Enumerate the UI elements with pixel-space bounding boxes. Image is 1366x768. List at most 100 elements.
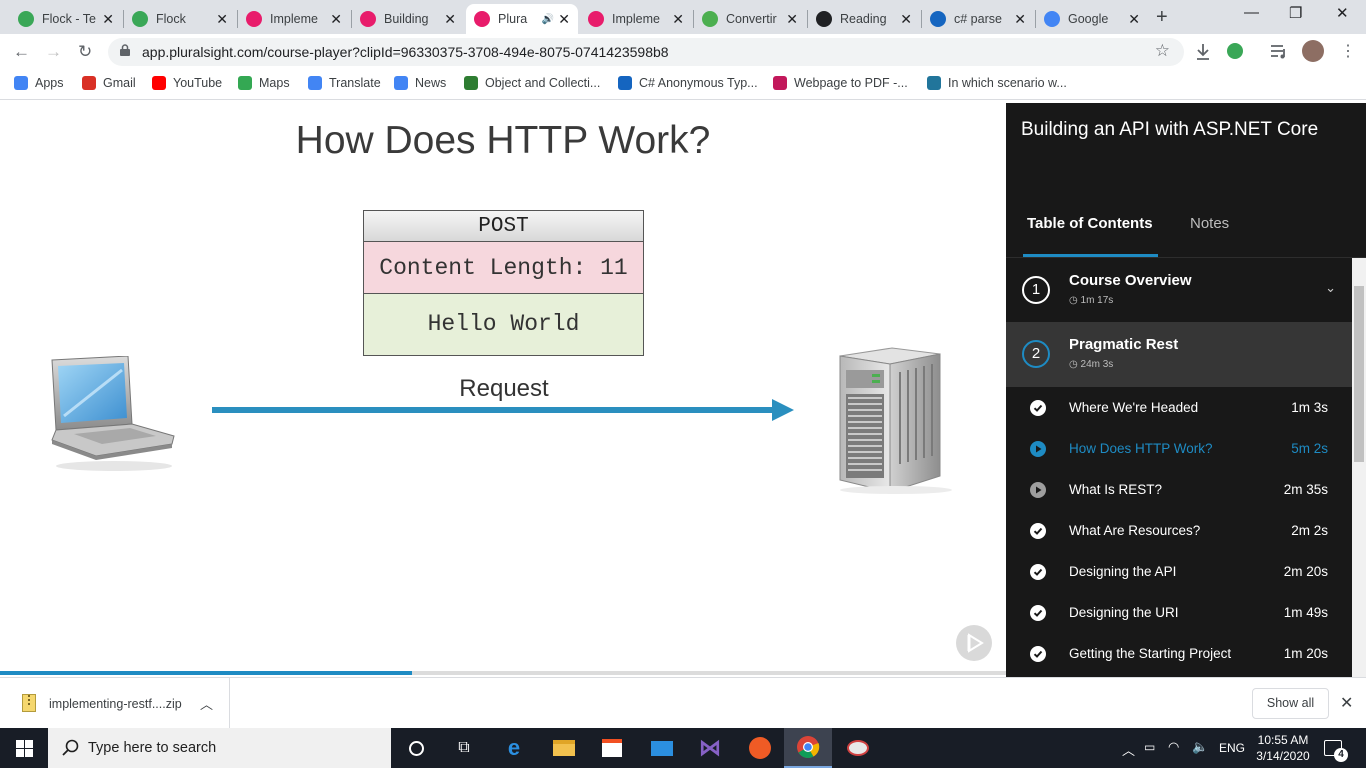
tab-close-icon[interactable]: ✕	[672, 11, 684, 28]
browser-tab[interactable]: Plura 🔊 ✕	[466, 4, 578, 34]
clip-duration: 1m 20s	[1283, 646, 1328, 661]
video-progress-bar[interactable]	[0, 671, 1006, 675]
bookmark-star-icon[interactable]: ☆	[1155, 41, 1170, 61]
tab-close-icon[interactable]: ✕	[1014, 11, 1026, 28]
tab-close-icon[interactable]: ✕	[1128, 11, 1140, 28]
download-item[interactable]: implementing-restf....zip ︿	[0, 678, 230, 729]
tab-table-of-contents[interactable]: Table of Contents	[1027, 215, 1153, 232]
wifi-icon[interactable]: ◠	[1168, 739, 1179, 755]
language-indicator[interactable]: ENG	[1219, 741, 1245, 755]
taskbar-search-box[interactable]: Type here to search	[48, 728, 391, 768]
laptop-icon	[51, 356, 175, 471]
browser-tab[interactable]: Flock ✕	[124, 4, 236, 34]
battery-icon[interactable]: ▭	[1144, 740, 1155, 754]
module-pragmatic-rest[interactable]: 2 Pragmatic Rest ◷ 24m 3s	[1006, 322, 1352, 387]
file-explorer-icon[interactable]	[540, 728, 588, 768]
bookmark-item[interactable]: Object and Collecti...	[464, 76, 600, 90]
play-overlay-button[interactable]	[956, 625, 992, 661]
slide-title: How Does HTTP Work?	[295, 119, 711, 162]
browser-tab[interactable]: Building ✕	[352, 4, 464, 34]
sidebar-scrollbar[interactable]	[1352, 258, 1366, 677]
close-window-button[interactable]: ✕	[1336, 4, 1349, 22]
browser-tab[interactable]: Convertir ✕	[694, 4, 806, 34]
bookmark-item[interactable]: C# Anonymous Typ...	[618, 76, 758, 90]
tab-notes[interactable]: Notes	[1190, 215, 1229, 232]
audio-playing-icon[interactable]: 🔊	[542, 14, 554, 25]
show-hidden-icons-icon[interactable]: ︿	[1122, 740, 1135, 759]
back-arrow-icon[interactable]: ←	[13, 42, 30, 62]
edge-icon[interactable]: e	[490, 728, 538, 768]
browser-tab[interactable]: Google ✕	[1036, 4, 1148, 34]
profile-avatar[interactable]	[1302, 40, 1324, 62]
browser-tab[interactable]: Impleme ✕	[580, 4, 692, 34]
bookmark-item[interactable]: YouTube	[152, 76, 222, 90]
tab-close-icon[interactable]: ✕	[330, 11, 342, 28]
media-control-icon[interactable]	[1270, 43, 1288, 59]
download-icon[interactable]	[1195, 43, 1211, 61]
bookmark-item[interactable]: Apps	[14, 76, 64, 90]
url-text: app.pluralsight.com/course-player?clipId…	[142, 44, 669, 60]
maps-icon	[238, 76, 252, 90]
mail-icon[interactable]	[638, 728, 686, 768]
tab-title: Plura	[498, 12, 528, 26]
bookmark-item[interactable]: Translate	[308, 76, 381, 90]
module-course-overview[interactable]: 1 Course Overview ◷ 1m 17s ⌄	[1006, 258, 1352, 322]
cortana-icon[interactable]	[392, 728, 440, 768]
clip-item[interactable]: How Does HTTP Work? 5m 2s	[1006, 428, 1352, 469]
minimize-button[interactable]: —	[1244, 4, 1259, 21]
tab-close-icon[interactable]: ✕	[216, 11, 228, 28]
tab-close-icon[interactable]: ✕	[786, 11, 798, 28]
bookmark-item[interactable]: Webpage to PDF -...	[773, 76, 908, 90]
chevron-down-icon[interactable]: ⌄	[1325, 280, 1336, 296]
clock[interactable]: 10:55 AM 3/14/2020	[1252, 732, 1314, 764]
clip-item[interactable]: Where We're Headed 1m 3s	[1006, 387, 1352, 428]
task-view-icon[interactable]: ⧉	[440, 728, 488, 768]
bookmark-item[interactable]: Maps	[238, 76, 290, 90]
clip-duration: 1m 3s	[1291, 400, 1328, 415]
clip-item[interactable]: What Is REST? 2m 35s	[1006, 469, 1352, 510]
new-tab-button[interactable]: +	[1156, 6, 1168, 29]
tab-close-icon[interactable]: ✕	[558, 11, 570, 28]
video-slide[interactable]: How Does HTTP Work? POST Content Length:…	[0, 103, 1006, 677]
clip-title: How Does HTTP Work?	[1069, 441, 1213, 456]
chevron-up-icon[interactable]: ︿	[200, 694, 213, 713]
browser-tab[interactable]: c# parse ✕	[922, 4, 1034, 34]
bookmark-label: Maps	[259, 76, 290, 90]
volume-icon[interactable]: 🔈	[1192, 739, 1208, 755]
browser-tab[interactable]: Impleme ✕	[238, 4, 350, 34]
visual-studio-icon[interactable]: ⋈	[686, 728, 734, 768]
lock-icon	[120, 44, 130, 56]
store-icon[interactable]	[588, 728, 636, 768]
browser-tab[interactable]: Flock - Te ✕	[10, 4, 122, 34]
reload-icon[interactable]: ↻	[78, 42, 92, 62]
clip-duration: 1m 49s	[1283, 605, 1328, 620]
tab-close-icon[interactable]: ✕	[444, 11, 456, 28]
paint-icon[interactable]	[834, 728, 882, 768]
tab-title: Convertir	[726, 12, 777, 26]
menu-dots-icon[interactable]: ⋮	[1340, 41, 1356, 61]
forward-arrow-icon[interactable]: →	[45, 42, 62, 62]
clip-item[interactable]: Designing the API 2m 20s	[1006, 551, 1352, 592]
server-icon	[839, 347, 952, 494]
bookmark-item[interactable]: Gmail	[82, 76, 136, 90]
maximize-button[interactable]: ❐	[1289, 4, 1302, 22]
clip-item[interactable]: Getting the Starting Project 1m 20s	[1006, 633, 1352, 674]
address-bar[interactable]: app.pluralsight.com/course-player?clipId…	[108, 38, 1184, 66]
browser-tab[interactable]: Reading ✕	[808, 4, 920, 34]
wordpress-icon	[927, 76, 941, 90]
show-all-button[interactable]: Show all	[1252, 688, 1329, 719]
windows-start-icon[interactable]	[16, 740, 33, 757]
postman-icon[interactable]	[736, 728, 784, 768]
chrome-icon[interactable]	[784, 728, 832, 768]
clip-item[interactable]: Designing the URI 1m 49s	[1006, 592, 1352, 633]
google-translate-icon	[1044, 11, 1060, 27]
tab-close-icon[interactable]: ✕	[102, 11, 114, 28]
tab-close-icon[interactable]: ✕	[900, 11, 912, 28]
bookmark-item[interactable]: News	[394, 76, 446, 90]
bookmark-item[interactable]: In which scenario w...	[927, 76, 1067, 90]
flock-extension-icon[interactable]	[1227, 43, 1243, 59]
clip-title: Where We're Headed	[1069, 400, 1199, 415]
close-icon[interactable]: ✕	[1340, 693, 1353, 713]
clip-item[interactable]: What Are Resources? 2m 2s	[1006, 510, 1352, 551]
scrollbar-thumb[interactable]	[1354, 286, 1364, 462]
